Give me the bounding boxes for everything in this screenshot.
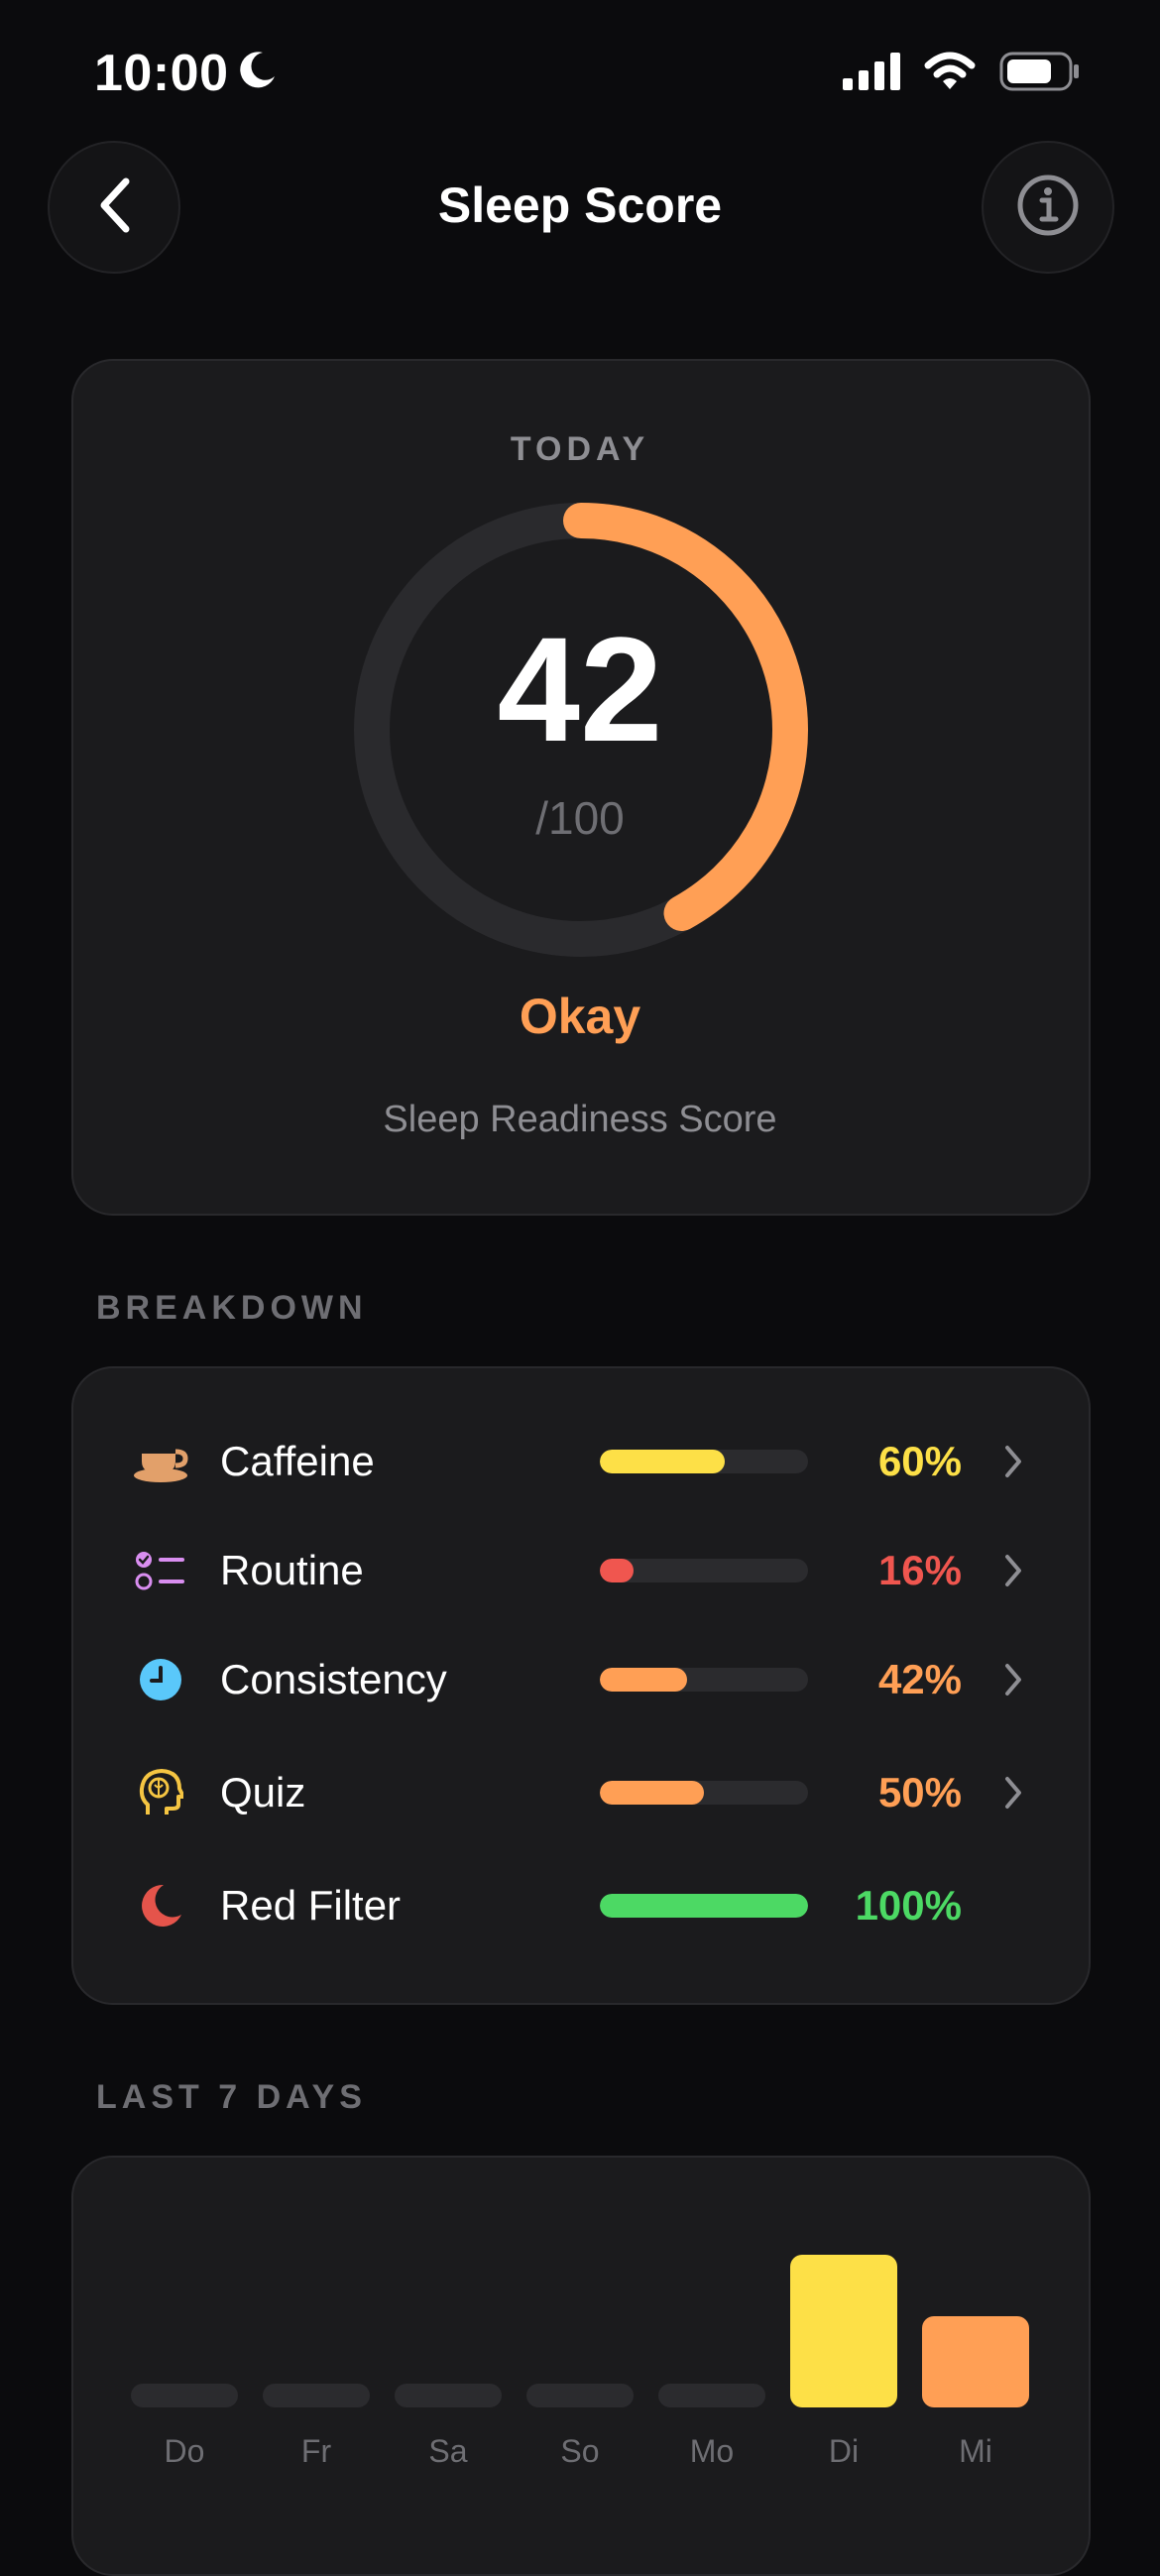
chart-day-label: So — [560, 2433, 600, 2469]
chart-bar — [790, 2255, 897, 2407]
chart-day-label: Mo — [689, 2433, 735, 2469]
chart-bar — [658, 2384, 765, 2407]
last-7-days-chart: Do Fr Sa So Mo Di Mi — [0, 0, 1160, 2511]
chart-bar — [131, 2384, 238, 2407]
chart-day-label: Sa — [428, 2433, 468, 2469]
chart-day-label: Di — [828, 2433, 860, 2469]
chart-bar — [922, 2315, 1029, 2407]
chart-day-label: Do — [164, 2433, 205, 2469]
chart-day-label: Fr — [300, 2433, 332, 2469]
chart-bar — [263, 2384, 370, 2407]
chart-bar — [526, 2384, 634, 2407]
chart-bar — [395, 2384, 502, 2407]
chart-day-label: Mi — [959, 2433, 992, 2469]
